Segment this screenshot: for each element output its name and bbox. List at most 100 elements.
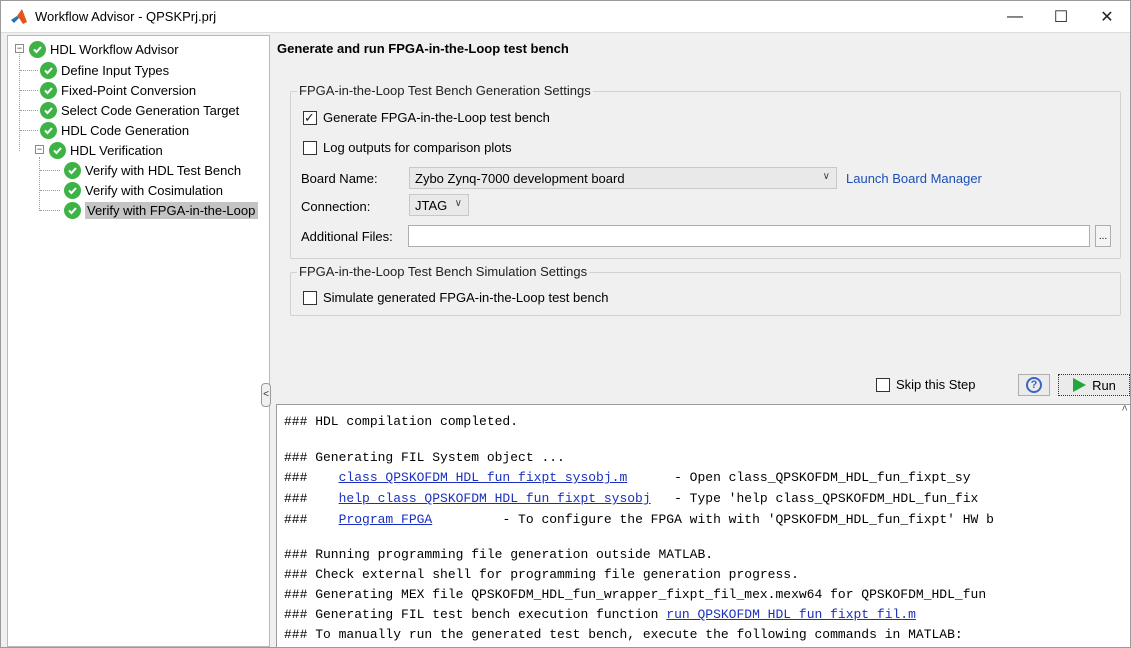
check-circle-icon <box>64 201 81 219</box>
checkbox-label: Skip this Step <box>896 377 976 392</box>
console-line: ### Running programming file generation … <box>284 547 714 562</box>
tree-connector <box>20 130 38 131</box>
tree-item-label: Fixed-Point Conversion <box>61 82 197 98</box>
tree-item-label: Select Code Generation Target <box>61 102 240 118</box>
connection-dropdown[interactable]: JTAG ∨ <box>409 194 469 216</box>
check-circle-icon <box>40 81 57 99</box>
tree-item-verify-fpga-in-the-loop[interactable]: Verify with FPGA-in-the-Loop <box>64 200 259 220</box>
board-name-value: Zybo Zynq-7000 development board <box>415 170 625 186</box>
tree-item-hdl-verification[interactable]: HDL Verification <box>49 140 163 160</box>
page-title: Generate and run FPGA-in-the-Loop test b… <box>277 41 569 56</box>
generate-fil-checkbox[interactable]: ✓ <box>303 109 317 125</box>
tree-item-label: HDL Verification <box>70 142 163 158</box>
log-outputs-checkbox[interactable] <box>303 140 317 155</box>
console-line: ### Generating MEX file QPSKOFDM_HDL_fun… <box>284 587 987 602</box>
close-button[interactable]: ✕ <box>1084 1 1130 33</box>
console-text: - Open class_QPSKOFDM_HDL_fun_fixpt_sy <box>627 470 971 485</box>
tree-connector <box>39 157 40 211</box>
generate-fil-checkbox-row[interactable]: ✓ Generate FPGA-in-the-Loop test bench <box>303 110 550 125</box>
check-circle-icon <box>40 121 57 139</box>
tree-item-label: Verify with Cosimulation <box>85 182 223 198</box>
checkbox-label: Simulate generated FPGA-in-the-Loop test… <box>323 290 609 305</box>
tree-item-label: HDL Code Generation <box>61 122 190 138</box>
tree-item-fixed-point-conversion[interactable]: Fixed-Point Conversion <box>40 80 196 100</box>
run-label: Run <box>1092 377 1116 393</box>
run-button[interactable]: Run <box>1058 374 1130 396</box>
checkbox-label: Generate FPGA-in-the-Loop test bench <box>323 110 550 125</box>
additional-files-label: Additional Files: <box>301 229 393 244</box>
tree-connector <box>20 110 38 111</box>
skip-step-checkbox[interactable] <box>876 377 890 392</box>
console-prefix: ### <box>284 470 339 485</box>
skip-step-checkbox-row[interactable]: Skip this Step <box>876 377 976 392</box>
generation-settings-group: FPGA-in-the-Loop Test Bench Generation S… <box>290 83 1121 259</box>
console-line: ### Check external shell for programming… <box>284 567 799 582</box>
tree-item-label: HDL Workflow Advisor <box>50 41 179 57</box>
console-line: ### class_QPSKOFDM_HDL_fun_fixpt_sysobj.… <box>284 470 971 485</box>
launch-board-manager-link[interactable]: Launch Board Manager <box>846 171 982 186</box>
check-circle-icon <box>40 61 57 79</box>
tree-item-label: Define Input Types <box>61 62 170 78</box>
sysobj-file-link[interactable]: class_QPSKOFDM_HDL_fun_fixpt_sysobj.m <box>339 470 628 485</box>
chevron-down-icon: ∨ <box>454 198 462 209</box>
check-circle-icon <box>49 141 66 159</box>
help-button[interactable]: ? <box>1018 374 1050 396</box>
group-title: FPGA-in-the-Loop Test Bench Simulation S… <box>297 264 590 279</box>
help-icon: ? <box>1026 377 1042 393</box>
collapse-workflow-toggle[interactable]: − <box>15 44 24 53</box>
tree-connector <box>40 210 60 211</box>
console-text: - Type 'help class_QPSKOFDM_HDL_fun_fix <box>650 491 979 506</box>
chevron-down-icon: ∨ <box>822 171 830 182</box>
browse-files-button[interactable]: ... <box>1095 225 1111 247</box>
group-title: FPGA-in-the-Loop Test Bench Generation S… <box>297 83 593 98</box>
check-circle-icon <box>29 40 46 58</box>
tree-connector <box>40 170 60 171</box>
additional-files-input[interactable] <box>408 225 1090 247</box>
tree-item-hdl-code-generation[interactable]: HDL Code Generation <box>40 120 189 140</box>
tree-item-select-code-generation-target[interactable]: Select Code Generation Target <box>40 100 239 120</box>
checkmark-icon: ✓ <box>304 109 315 125</box>
simulate-checkbox[interactable] <box>303 290 317 305</box>
tree-connector <box>20 90 38 91</box>
console-text: - To configure the FPGA with with 'QPSKO… <box>432 512 994 527</box>
maximize-button[interactable]: ☐ <box>1038 1 1084 33</box>
window-title: Workflow Advisor - QPSKPrj.prj <box>35 9 217 24</box>
console-output[interactable]: ^ ### HDL compilation completed. ### Gen… <box>276 404 1130 647</box>
console-line: ### HDL compilation completed. <box>284 414 519 429</box>
console-line: ### help class_QPSKOFDM_HDL_fun_fixpt_sy… <box>284 491 978 506</box>
simulate-checkbox-row[interactable]: Simulate generated FPGA-in-the-Loop test… <box>303 290 608 305</box>
collapse-verification-toggle[interactable]: − <box>35 145 44 154</box>
workflow-advisor-window: Workflow Advisor - QPSKPrj.prj — ☐ ✕ − H… <box>0 0 1131 648</box>
console-line: ### To manually run the generated test b… <box>284 627 963 642</box>
check-circle-icon <box>64 161 81 179</box>
log-outputs-checkbox-row[interactable]: Log outputs for comparison plots <box>303 140 512 155</box>
matlab-logo-icon <box>11 8 27 24</box>
console-line: ### Generating FIL System object ... <box>284 450 565 465</box>
title-bar: Workflow Advisor - QPSKPrj.prj — ☐ ✕ <box>1 1 1130 33</box>
tree-connector <box>20 70 38 71</box>
help-sysobj-link[interactable]: help class_QPSKOFDM_HDL_fun_fixpt_sysobj <box>339 491 651 506</box>
tree-item-label: Verify with HDL Test Bench <box>85 162 242 178</box>
connection-value: JTAG <box>415 197 448 213</box>
tree-item-define-input-types[interactable]: Define Input Types <box>40 60 169 80</box>
minimize-button[interactable]: — <box>992 1 1038 33</box>
console-text: ### Generating FIL test bench execution … <box>284 607 667 622</box>
console-line: ### Program FPGA - To configure the FPGA… <box>284 512 994 527</box>
window-controls: — ☐ ✕ <box>992 1 1130 33</box>
tree-item-verify-cosimulation[interactable]: Verify with Cosimulation <box>64 180 223 200</box>
console-prefix: ### <box>284 491 339 506</box>
board-name-dropdown[interactable]: Zybo Zynq-7000 development board ∨ <box>409 167 837 189</box>
scroll-up-arrow[interactable]: ^ <box>1121 405 1128 417</box>
program-fpga-link[interactable]: Program FPGA <box>339 512 433 527</box>
run-fil-link[interactable]: run_QPSKOFDM_HDL_fun_fixpt_fil.m <box>666 607 916 622</box>
play-icon <box>1073 378 1087 392</box>
tree-item-hdl-workflow-advisor[interactable]: HDL Workflow Advisor <box>29 39 179 59</box>
board-name-label: Board Name: <box>301 171 378 186</box>
check-circle-icon <box>64 181 81 199</box>
tree-connector <box>40 190 60 191</box>
check-circle-icon <box>40 101 57 119</box>
simulation-settings-group: FPGA-in-the-Loop Test Bench Simulation S… <box>290 264 1121 316</box>
tree-item-verify-hdl-test-bench[interactable]: Verify with HDL Test Bench <box>64 160 241 180</box>
collapse-panel-handle[interactable]: < <box>261 383 271 407</box>
connection-label: Connection: <box>301 199 371 214</box>
